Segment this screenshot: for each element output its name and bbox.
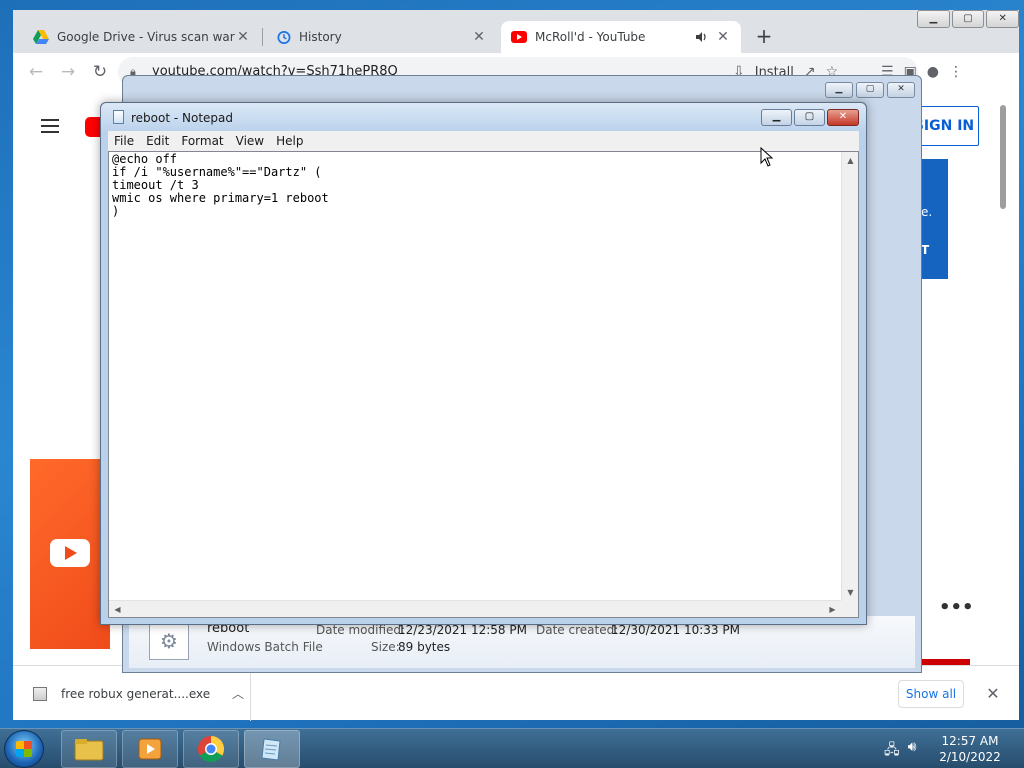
page-scrollbar[interactable] (1000, 105, 1006, 209)
date-modified-value: 12/23/2021 12:58 PM (398, 623, 527, 637)
clock-time: 12:57 AM (941, 734, 999, 748)
scroll-left-icon[interactable]: ◀ (109, 601, 126, 618)
show-all-button[interactable]: Show all (898, 680, 964, 708)
close-window-button[interactable]: ✕ (986, 10, 1020, 28)
video-thumbnail[interactable] (30, 459, 110, 649)
resize-grip-icon[interactable] (841, 600, 858, 617)
notepad-menu-bar: File Edit Format View Help (108, 131, 859, 151)
notepad-icon (261, 738, 281, 761)
notepad-window: reboot - Notepad ▁ ▢ ✕ File Edit Format … (100, 102, 867, 625)
media-player-icon (138, 738, 162, 760)
history-icon (275, 29, 291, 45)
explorer-window-controls: ▁ ▢ ✕ (825, 82, 915, 98)
vertical-scrollbar[interactable]: ▲ ▼ (841, 152, 858, 601)
scroll-up-icon[interactable]: ▲ (842, 152, 859, 169)
tab-label: Google Drive - Virus scan warnin (57, 30, 235, 44)
forward-arrow-icon[interactable]: → (57, 61, 79, 83)
youtube-icon (511, 29, 527, 45)
chrome-icon (197, 735, 225, 763)
chrome-taskbar-button[interactable] (183, 730, 239, 768)
file-icon (33, 686, 47, 701)
chrome-window-controls: ▁ ▢ ✕ (915, 10, 1020, 30)
taskbar-clock[interactable]: 12:57 AM 2/10/2022 (930, 733, 1010, 765)
back-arrow-icon[interactable]: ← (25, 61, 47, 83)
network-icon[interactable]: 🖧︎ (884, 739, 900, 763)
tab-divider (262, 28, 263, 46)
notepad-title-bar[interactable]: reboot - Notepad ▁ ▢ ✕ (101, 103, 866, 131)
promo-text: T (921, 243, 930, 257)
notepad-edit-area[interactable]: @echo off if /i "%username%"=="Dartz" ( … (108, 151, 859, 618)
close-icon[interactable]: ✕ (715, 29, 731, 45)
batch-file-icon (149, 624, 189, 660)
horizontal-scrollbar[interactable]: ◀ ▶ (109, 600, 841, 617)
system-tray: 🖧︎ 🔊︎ (884, 739, 916, 763)
media-player-taskbar-button[interactable] (122, 730, 178, 768)
close-icon[interactable]: ✕ (981, 680, 1005, 708)
text-content[interactable]: @echo off if /i "%username%"=="Dartz" ( … (112, 153, 840, 598)
profile-icon[interactable]: ● (927, 64, 939, 80)
volume-icon[interactable]: 🔊︎ (908, 739, 917, 763)
download-bar: free robux generat....exe ︿ Show all ✕ (13, 665, 1019, 721)
chrome-menu-icon[interactable]: ⋮ (949, 64, 963, 80)
size-label: Size: (371, 640, 400, 654)
google-drive-icon (33, 29, 49, 45)
tab-google-drive[interactable]: Google Drive - Virus scan warnin ✕ (23, 21, 261, 53)
close-window-button[interactable]: ✕ (827, 109, 859, 126)
start-button[interactable] (4, 730, 44, 768)
menu-view[interactable]: View (230, 131, 270, 151)
scroll-down-icon[interactable]: ▼ (842, 584, 859, 601)
new-tab-button[interactable]: + (750, 22, 778, 50)
menu-edit[interactable]: Edit (140, 131, 175, 151)
notepad-window-controls: ▁ ▢ ✕ (761, 109, 859, 126)
play-icon (50, 539, 90, 567)
more-options-icon[interactable]: ••• (939, 597, 974, 618)
notepad-taskbar-button[interactable] (244, 730, 300, 768)
date-created-label: Date created: (536, 623, 619, 637)
hamburger-menu-icon[interactable] (41, 119, 59, 133)
tab-history[interactable]: History ✕ (265, 21, 497, 53)
menu-format[interactable]: Format (175, 131, 229, 151)
maximize-button[interactable]: ▢ (951, 10, 985, 28)
size-value: 89 bytes (398, 640, 451, 654)
window-title: reboot - Notepad (131, 111, 234, 125)
menu-help[interactable]: Help (270, 131, 309, 151)
maximize-button[interactable]: ▢ (856, 82, 884, 98)
tab-youtube[interactable]: McRoll'd - YouTube ✕ (501, 21, 741, 53)
explorer-taskbar-button[interactable] (61, 730, 117, 768)
close-icon[interactable]: ✕ (235, 29, 251, 45)
taskbar: 🖧︎ 🔊︎ 12:57 AM 2/10/2022 (0, 728, 1024, 768)
notepad-icon (113, 110, 124, 124)
close-icon[interactable]: ✕ (471, 29, 487, 45)
download-filename: free robux generat....exe (61, 686, 211, 701)
date-created-value: 12/30/2021 10:33 PM (611, 623, 740, 637)
chevron-up-icon[interactable]: ︿ (226, 685, 250, 702)
menu-file[interactable]: File (108, 131, 140, 151)
clock-date: 2/10/2022 (939, 750, 1001, 764)
file-type: Windows Batch File (207, 640, 323, 654)
minimize-button[interactable]: ▁ (917, 10, 950, 28)
reload-icon[interactable]: ↻ (89, 61, 111, 83)
folder-icon (74, 739, 104, 761)
minimize-button[interactable]: ▁ (761, 109, 792, 126)
scroll-right-icon[interactable]: ▶ (824, 601, 841, 618)
speaker-icon[interactable] (693, 29, 709, 45)
tab-label: History (299, 30, 342, 44)
maximize-button[interactable]: ▢ (794, 109, 825, 126)
promo-text: e. (921, 205, 933, 219)
close-window-button[interactable]: ✕ (887, 82, 915, 98)
download-item[interactable]: free robux generat....exe ︿ (33, 666, 251, 721)
minimize-button[interactable]: ▁ (825, 82, 853, 98)
tab-label: McRoll'd - YouTube (535, 30, 646, 44)
date-modified-label: Date modified: (316, 623, 406, 637)
